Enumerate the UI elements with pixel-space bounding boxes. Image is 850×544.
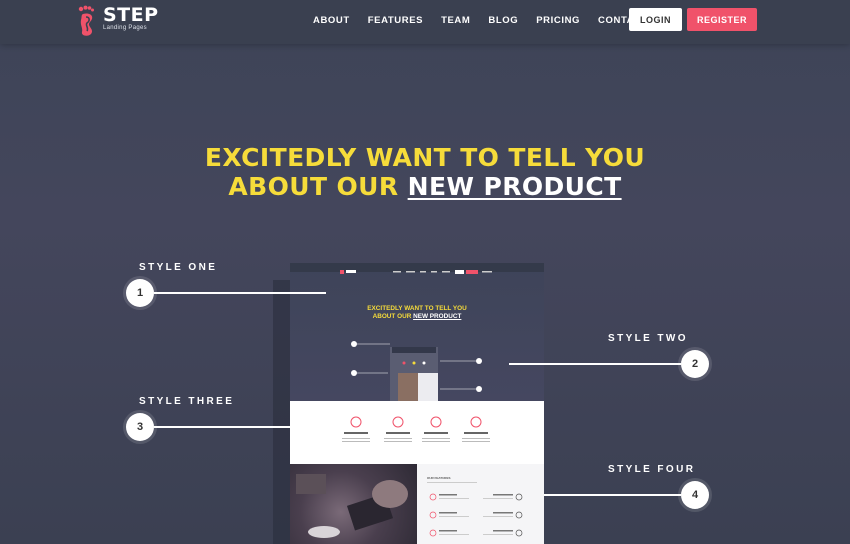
hero-line-1: EXCITEDLY WANT TO TELL YOU xyxy=(204,143,646,172)
hero-highlight: NEW PRODUCT xyxy=(407,172,622,201)
style-three-label: STYLE THREE xyxy=(139,396,235,407)
style-three-connector xyxy=(154,426,290,428)
style-one-label: STYLE ONE xyxy=(139,262,218,273)
mockup-features: OUR FEATURES xyxy=(417,464,544,544)
nav-features[interactable]: FEATURES xyxy=(368,15,423,26)
style-two-marker[interactable]: 2 xyxy=(681,350,709,378)
style-three-marker[interactable]: 3 xyxy=(126,413,154,441)
style-four-connector xyxy=(544,494,681,496)
style-one-marker[interactable]: 1 xyxy=(126,279,154,307)
navbar: STEP Landing Pages ABOUT FEATURES TEAM B… xyxy=(0,0,850,44)
nav-team[interactable]: TEAM xyxy=(441,15,470,26)
register-button[interactable]: REGISTER xyxy=(687,8,757,31)
mockup-features-title: OUR FEATURES xyxy=(427,476,451,480)
brand-name: STEP xyxy=(103,4,159,26)
nav-about[interactable]: ABOUT xyxy=(313,15,350,26)
footprint-icon xyxy=(78,5,94,36)
style-four-marker[interactable]: 4 xyxy=(681,481,709,509)
mockup-hero: EXCITEDLY WANT TO TELL YOU ABOUT OUR NEW… xyxy=(290,263,544,401)
style-two-connector xyxy=(509,363,681,365)
main-menu: ABOUT FEATURES TEAM BLOG PRICING CONTACT xyxy=(313,15,666,26)
nav-blog[interactable]: BLOG xyxy=(488,15,518,26)
login-button[interactable]: LOGIN xyxy=(629,8,682,31)
style-one-connector xyxy=(154,292,326,294)
style-four-label: STYLE FOUR xyxy=(608,464,696,475)
brand-tagline: Landing Pages xyxy=(103,25,147,31)
logo[interactable]: STEP Landing Pages xyxy=(77,5,159,37)
mockup-shadow xyxy=(273,280,290,544)
hero-line-2-prefix: ABOUT OUR xyxy=(228,172,408,201)
nav-pricing[interactable]: PRICING xyxy=(536,15,580,26)
hero-headline: EXCITEDLY WANT TO TELL YOU ABOUT OUR NEW… xyxy=(0,143,850,201)
mockup-services-graphic xyxy=(342,416,490,442)
hero-line-2: ABOUT OUR NEW PRODUCT xyxy=(0,172,850,201)
style-two-label: STYLE TWO xyxy=(608,333,688,344)
mockup-services xyxy=(290,401,544,464)
mockup-photo xyxy=(290,464,417,544)
mockup-photo-graphic xyxy=(296,474,408,538)
page-mockup[interactable]: EXCITEDLY WANT TO TELL YOU ABOUT OUR NEW… xyxy=(290,263,544,544)
mockup-illustration xyxy=(351,341,482,401)
